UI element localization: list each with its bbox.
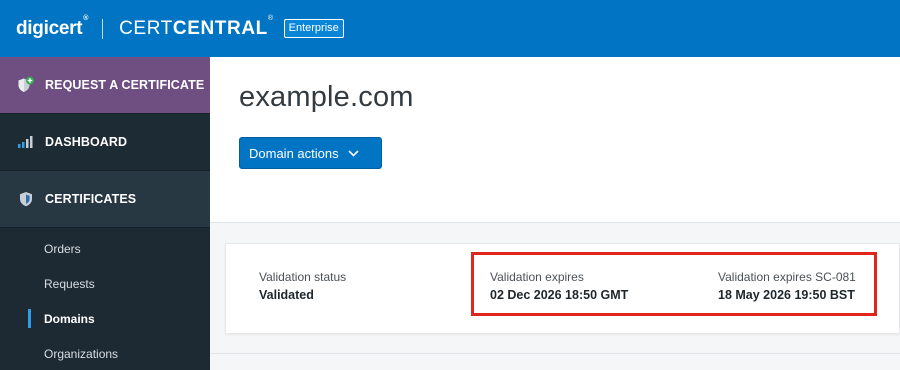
validation-status: Validation status Validated [259, 270, 346, 302]
certificates-submenu: Orders Requests Domains Organizations [0, 228, 210, 370]
section-divider-bottom [210, 353, 900, 354]
sidebar-item-orders[interactable]: Orders [0, 231, 210, 266]
validation-expires-sc081-value: 18 May 2026 19:50 BST [718, 288, 855, 302]
logo-separator [102, 18, 104, 39]
product-name-light: CERT [119, 17, 173, 39]
domain-actions-label: Domain actions [249, 145, 339, 161]
brand-name: digicert [16, 17, 83, 39]
sidebar-item-label: DASHBOARD [45, 135, 128, 149]
digicert-logo[interactable]: digicert® [16, 15, 89, 40]
brand-mark: ® [83, 15, 89, 23]
page-title: example.com [239, 81, 414, 113]
bar-chart-icon [17, 133, 35, 151]
product-name-bold: CENTRAL [172, 17, 268, 39]
sidebar-item-dashboard[interactable]: DASHBOARD [0, 114, 210, 171]
validation-expires-sc081-label: Validation expires SC-081 [718, 270, 856, 284]
shield-plus-icon [17, 76, 35, 94]
domain-actions-button[interactable]: Domain actions [239, 137, 382, 169]
validation-expires-sc081: Validation expires SC-081 18 May 2026 19… [718, 270, 856, 302]
sidebar-item-requests[interactable]: Requests [0, 266, 210, 301]
certcentral-logo[interactable]: CERTCENTRAL® [119, 15, 274, 40]
validation-status-value: Validated [259, 288, 314, 302]
chevron-down-icon [348, 145, 359, 160]
validation-expires-value: 02 Dec 2026 18:50 GMT [490, 288, 629, 302]
validation-card: Validation status Validated Validation e… [225, 243, 900, 334]
validation-expires: Validation expires 02 Dec 2026 18:50 GMT [490, 270, 628, 302]
sidebar-item-label: REQUEST A CERTIFICATE [45, 78, 205, 92]
sidebar-item-certificates[interactable]: CERTIFICATES [0, 171, 210, 228]
main-content: example.com Domain actions Validation st… [210, 57, 900, 370]
sidebar-item-label: CERTIFICATES [45, 192, 137, 206]
validation-expires-label: Validation expires [490, 270, 584, 284]
product-mark: ® [267, 15, 274, 23]
top-header: digicert® CERTCENTRAL® Enterprise [0, 0, 900, 57]
edition-badge: Enterprise [283, 19, 344, 38]
sidebar-item-organizations[interactable]: Organizations [0, 336, 210, 370]
shield-icon [17, 190, 35, 208]
sidebar: REQUEST A CERTIFICATE DASHBOARD CERTIFIC… [0, 57, 210, 370]
validation-status-label: Validation status [259, 270, 347, 284]
sidebar-item-request-certificate[interactable]: REQUEST A CERTIFICATE [0, 57, 210, 114]
sidebar-item-domains[interactable]: Domains [0, 301, 210, 336]
expiry-highlight-box: Validation expires 02 Dec 2026 18:50 GMT… [471, 252, 877, 316]
